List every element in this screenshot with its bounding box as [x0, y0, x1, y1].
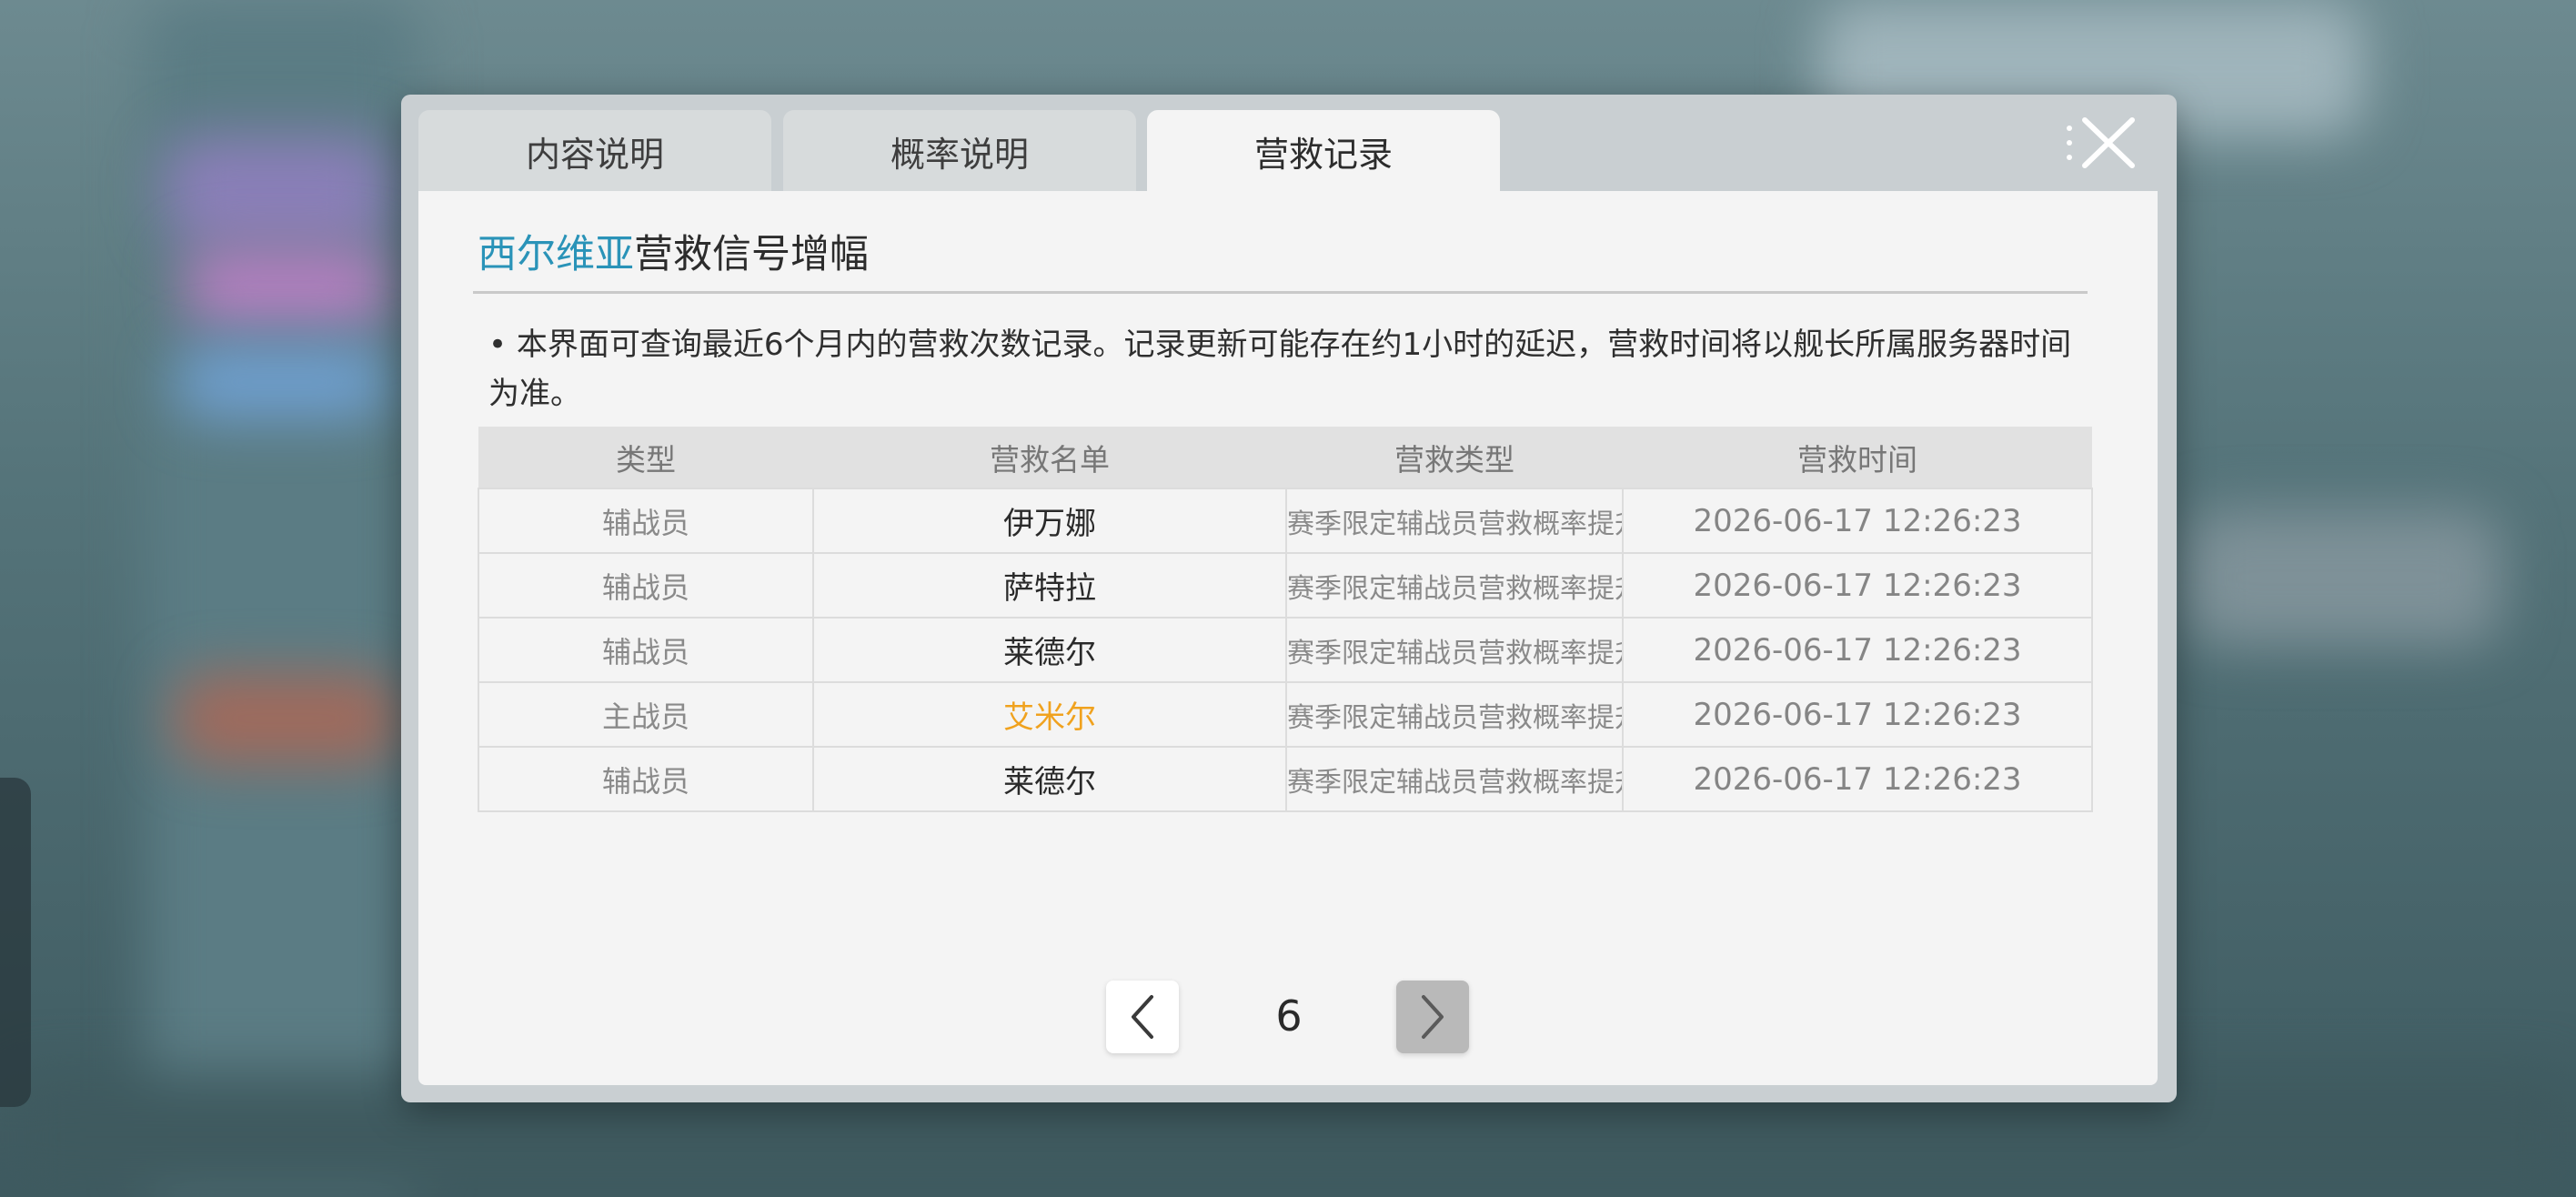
tab-probability-description[interactable]: 概率说明: [783, 110, 1136, 192]
chevron-right-icon: [1422, 995, 1444, 1039]
close-icon: [2067, 117, 2135, 168]
cell-name: 伊万娜: [812, 488, 1287, 554]
notice-text: • 本界面可查询最近6个月内的营救次数记录。记录更新可能存在约1小时的延迟，营救…: [488, 327, 2072, 412]
cell-rescue-type: 赛季限定辅战员营救概率提升: [1285, 746, 1624, 812]
cell-name: 莱德尔: [812, 617, 1287, 683]
page-title: 西尔维亚营救信号增幅: [478, 223, 869, 279]
tab-label: 概率说明: [890, 134, 1029, 175]
title-rest: 营救信号增幅: [634, 232, 869, 277]
column-header-rescue-list: 营救名单: [813, 427, 1286, 488]
table-header-row: 类型 营救名单 营救类型 营救时间: [478, 427, 2092, 488]
cell-name: 莱德尔: [812, 746, 1287, 812]
tab-label: 内容说明: [525, 134, 664, 175]
cell-type: 辅战员: [478, 746, 814, 812]
cell-type: 主战员: [478, 681, 814, 748]
next-page-button[interactable]: [1396, 981, 1469, 1053]
current-page-number: 6: [1275, 991, 1303, 1041]
column-header-rescue-type: 营救类型: [1286, 427, 1623, 488]
cell-name: 萨特拉: [812, 552, 1287, 619]
rescue-records-table: 类型 营救名单 营救类型 营救时间 辅战员 伊万娜 赛季限定辅战员营救概率提升 …: [478, 427, 2093, 812]
column-header-rescue-time: 营救时间: [1623, 427, 2092, 488]
title-highlight: 西尔维亚: [478, 232, 634, 277]
cell-time: 2026-06-17 12:26:23: [1622, 681, 2093, 748]
table-row: 辅战员 莱德尔 赛季限定辅战员营救概率提升 2026-06-17 12:26:2…: [478, 617, 2093, 683]
tab-rescue-records[interactable]: 营救记录: [1147, 110, 1500, 192]
cell-type: 辅战员: [478, 552, 814, 619]
title-divider: [473, 291, 2088, 294]
tab-label: 营救记录: [1253, 134, 1393, 175]
table-row: 主战员 艾米尔 赛季限定辅战员营救概率提升 2026-06-17 12:26:2…: [478, 681, 2093, 748]
cell-name-rare: 艾米尔: [812, 681, 1287, 748]
table-row: 辅战员 萨特拉 赛季限定辅战员营救概率提升 2026-06-17 12:26:2…: [478, 552, 2093, 619]
previous-page-button[interactable]: [1106, 981, 1179, 1053]
cell-rescue-type: 赛季限定辅战员营救概率提升: [1285, 617, 1624, 683]
cell-type: 辅战员: [478, 617, 814, 683]
cell-time: 2026-06-17 12:26:23: [1622, 617, 2093, 683]
column-header-type: 类型: [478, 427, 813, 488]
tab-content-description[interactable]: 内容说明: [418, 110, 771, 192]
table-row: 辅战员 莱德尔 赛季限定辅战员营救概率提升 2026-06-17 12:26:2…: [478, 746, 2093, 812]
chevron-left-icon: [1132, 995, 1153, 1039]
cell-rescue-type: 赛季限定辅战员营救概率提升: [1285, 681, 1624, 748]
side-drawer-handle[interactable]: [0, 778, 31, 1107]
cell-time: 2026-06-17 12:26:23: [1622, 746, 2093, 812]
cell-time: 2026-06-17 12:26:23: [1622, 552, 2093, 619]
cell-type: 辅战员: [478, 488, 814, 554]
cell-rescue-type: 赛季限定辅战员营救概率提升: [1285, 552, 1624, 619]
table-row: 辅战员 伊万娜 赛季限定辅战员营救概率提升 2026-06-17 12:26:2…: [478, 488, 2093, 554]
close-button[interactable]: [2059, 113, 2139, 173]
cell-time: 2026-06-17 12:26:23: [1622, 488, 2093, 554]
cell-rescue-type: 赛季限定辅战员营救概率提升: [1285, 488, 1624, 554]
